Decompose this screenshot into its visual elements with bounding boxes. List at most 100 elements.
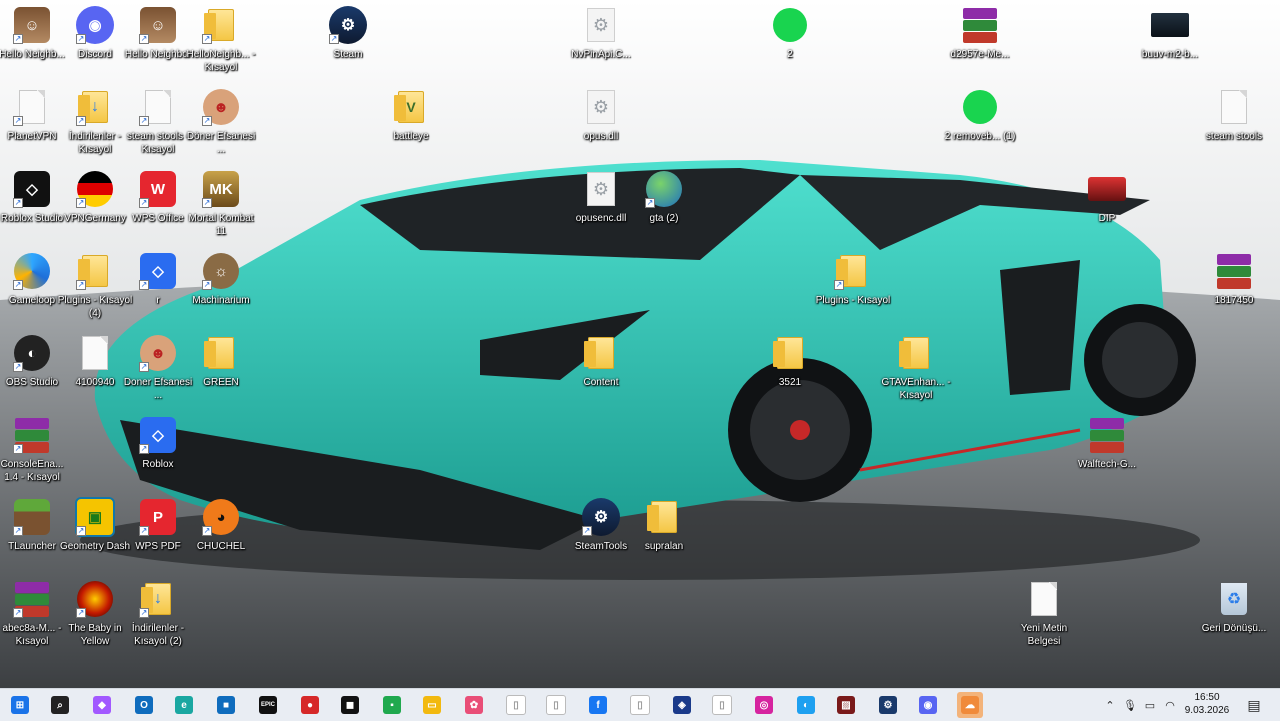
desktop-icon[interactable]: ↗ The Baby in Yellow (63, 575, 127, 651)
folder-icon: ↗ (833, 251, 873, 291)
desktop-icon[interactable]: ◕ ↗ CHUCHEL (189, 493, 253, 569)
taskbar-edge-app[interactable]: e (171, 692, 197, 718)
taskbar-store-app[interactable]: ■ (213, 692, 239, 718)
taskbar-gameloop-app[interactable]: ◐ (793, 692, 819, 718)
taskbar-game-thumbnail-app[interactable]: ▨ (833, 692, 859, 718)
desktop-icon[interactable]: GREEN (189, 329, 253, 405)
desktop-icon[interactable]: d2957e-Me... (948, 1, 1012, 77)
desktop-icon[interactable]: ↗ gta (2) (632, 165, 696, 241)
taskbar-discord-app[interactable]: ◉ (915, 692, 941, 718)
globe-icon: ↗ (644, 169, 684, 209)
desktop-icon[interactable]: ◇ ↗ Roblox Studio (0, 165, 64, 241)
desktop-icon[interactable]: MK ↗ Mortal Kombat 11 (188, 165, 254, 241)
desktop-icon[interactable]: ↗ Gameloop (0, 247, 64, 323)
desktop-icon[interactable]: ☺ ↗ Hello Neighb... (0, 1, 65, 77)
taskbar-steam-app[interactable]: ⚙ (875, 692, 901, 718)
desktop-icon[interactable]: ↗ Plugins - Kısayol (816, 247, 890, 323)
desktop-icon[interactable]: ⚙ opusenc.dll (569, 165, 633, 241)
taskbar-outlook-app[interactable]: O (131, 692, 157, 718)
settings-file-icon: ⚙ (581, 169, 621, 209)
desktop-icon[interactable]: 1817450 (1202, 247, 1266, 323)
folder-icon: ↗ (75, 251, 115, 291)
microphone-icon[interactable]: 🎙︎ (1120, 699, 1140, 712)
desktop-icon[interactable]: Content (569, 329, 633, 405)
shortcut-arrow-icon: ↗ (834, 280, 844, 290)
desktop-icon[interactable]: P ↗ WPS PDF (126, 493, 190, 569)
desktop-icon[interactable]: ⚙ opus.dll (569, 83, 633, 159)
desktop-icon[interactable]: ↗ steam stools - Kısayol (126, 83, 190, 159)
folder-icon (201, 333, 241, 373)
desktop-icon[interactable]: W ↗ WPS Office (126, 165, 190, 241)
desktop-icon[interactable]: ↗ PlanetVPN (0, 83, 64, 159)
desktop-icon[interactable]: ◐ ↗ OBS Studio (0, 329, 64, 405)
desktop-icon[interactable]: steam stools (1202, 83, 1266, 159)
desktop-icon[interactable]: Yeni Metin Belgesi (1012, 575, 1076, 651)
nvidia-app-icon: ▪ (383, 696, 401, 714)
taskbar-search-button[interactable]: ⌕ (47, 692, 73, 718)
winrar-icon (1087, 415, 1127, 455)
desktop-icon[interactable]: ⚙ ↗ SteamTools (569, 493, 633, 569)
desktop-icon[interactable]: ↓ ↗ İndirilenler - Kısayol (2) (126, 575, 190, 651)
desktop-icon[interactable]: ↗ ConsoleEna... 1.4 - Kısayol (0, 411, 64, 487)
taskbar-file-explorer-app[interactable]: ▭ (419, 692, 445, 718)
green-circle-icon (960, 87, 1000, 127)
desktop-icon[interactable]: ⚙ ↗ Steam (316, 1, 380, 77)
desktop-icon-label: 2 (787, 49, 793, 60)
active-app-icon: ☁ (961, 696, 979, 714)
desktop-icon[interactable]: ☻ ↗ Döner Efsanesi ... (187, 83, 255, 159)
taskbar-photos-app[interactable]: ✿ (461, 692, 487, 718)
taskbar-file-app-3[interactable]: ▯ (627, 692, 653, 718)
desktop-icon[interactable]: 4100940 (63, 329, 127, 405)
desktop-icon[interactable]: ♻ Geri Dönüşü... (1202, 575, 1266, 651)
desktop-icon[interactable]: 2 (758, 1, 822, 77)
battery-icon[interactable]: ▭ (1140, 699, 1160, 712)
taskbar-start-button[interactable]: ⊞ (7, 692, 33, 718)
taskbar-file-app-2[interactable]: ▯ (543, 692, 569, 718)
taskbar-clock[interactable]: 16:50 9.03.2026 (1176, 691, 1238, 717)
desktop-icon[interactable]: ◇ ↗ r (126, 247, 190, 323)
desktop-icon[interactable]: DIP (1075, 165, 1139, 241)
desktop-icon[interactable]: ◇ ↗ Roblox (126, 411, 190, 487)
taskbar-facebook-app[interactable]: f (585, 692, 611, 718)
desktop-icon[interactable]: ☻ ↗ Doner Efsanesi ... (124, 329, 192, 405)
edge-app-icon: e (175, 696, 193, 714)
desktop-icon[interactable]: ↗ Plugins - Kısayol (4) (58, 247, 132, 323)
desktop-icon[interactable]: 3521 (758, 329, 822, 405)
desktop-icon[interactable]: ↗ abec8a-M... - Kısayol (0, 575, 64, 651)
file-icon: ↗ (138, 87, 178, 127)
taskbar-game-app[interactable]: ◈ (669, 692, 695, 718)
chevron-up-icon[interactable]: ⌃ (1100, 699, 1120, 712)
desktop-icon[interactable]: Walftech-G... (1075, 411, 1139, 487)
desktop-icon[interactable]: ⚙ NvPinApi.C... (569, 1, 633, 77)
desktop-icon[interactable]: ↗ TLauncher (0, 493, 64, 569)
winrar-icon (960, 5, 1000, 45)
desktop-icon[interactable]: ↓ ↗ İndirilenler - Kısayol (63, 83, 127, 159)
taskbar-copilot-app[interactable]: ◆ (89, 692, 115, 718)
taskbar-epic-games-app[interactable]: EPIC (255, 692, 281, 718)
desktop-icon[interactable]: GTAVEnhan... - Kısayol (881, 329, 951, 405)
taskbar-instagram-app[interactable]: ◎ (751, 692, 777, 718)
desktop-icon-label: Roblox (142, 459, 174, 470)
desktop-icon[interactable]: 2 removeb... (1) (945, 83, 1015, 159)
desktop-icon[interactable]: Vbattleye (379, 83, 443, 159)
desktop-icon[interactable]: ↗ VPNGermany (63, 165, 127, 241)
desktop-icon[interactable]: ▣ ↗ Geometry Dash (60, 493, 130, 569)
desktop-icon-label: Mortal Kombat 11 (188, 213, 254, 237)
taskbar-nvidia-app[interactable]: ▪ (379, 692, 405, 718)
desktop-icon[interactable]: ◉ ↗ Discord (63, 1, 127, 77)
taskbar-active-app[interactable]: ☁ (957, 692, 983, 718)
file-icon (75, 333, 115, 373)
roblox-icon: ◇ ↗ (138, 415, 178, 455)
desktop-icon[interactable]: ↗ HelloNeighb... - Kısayol (187, 1, 255, 77)
desktop-icon[interactable]: ☺ ↗ Hello Neighbor (125, 1, 191, 77)
taskbar-roblox-app[interactable]: ◼ (337, 692, 363, 718)
desktop-icon[interactable]: buuv-m2-b... (1138, 1, 1202, 77)
desktop-icon-label: HelloNeighb... - Kısayol (186, 49, 256, 73)
taskbar-file-app-4[interactable]: ▯ (709, 692, 735, 718)
roblox-icon: ◇ ↗ (138, 251, 178, 291)
taskbar-chrome-like-app[interactable]: ● (297, 692, 323, 718)
desktop-icon[interactable]: ☼ ↗ Machinarium (189, 247, 253, 323)
notification-center[interactable]: ▤ (1242, 689, 1266, 721)
desktop-icon[interactable]: supralan (632, 493, 696, 569)
taskbar-file-app[interactable]: ▯ (503, 692, 529, 718)
